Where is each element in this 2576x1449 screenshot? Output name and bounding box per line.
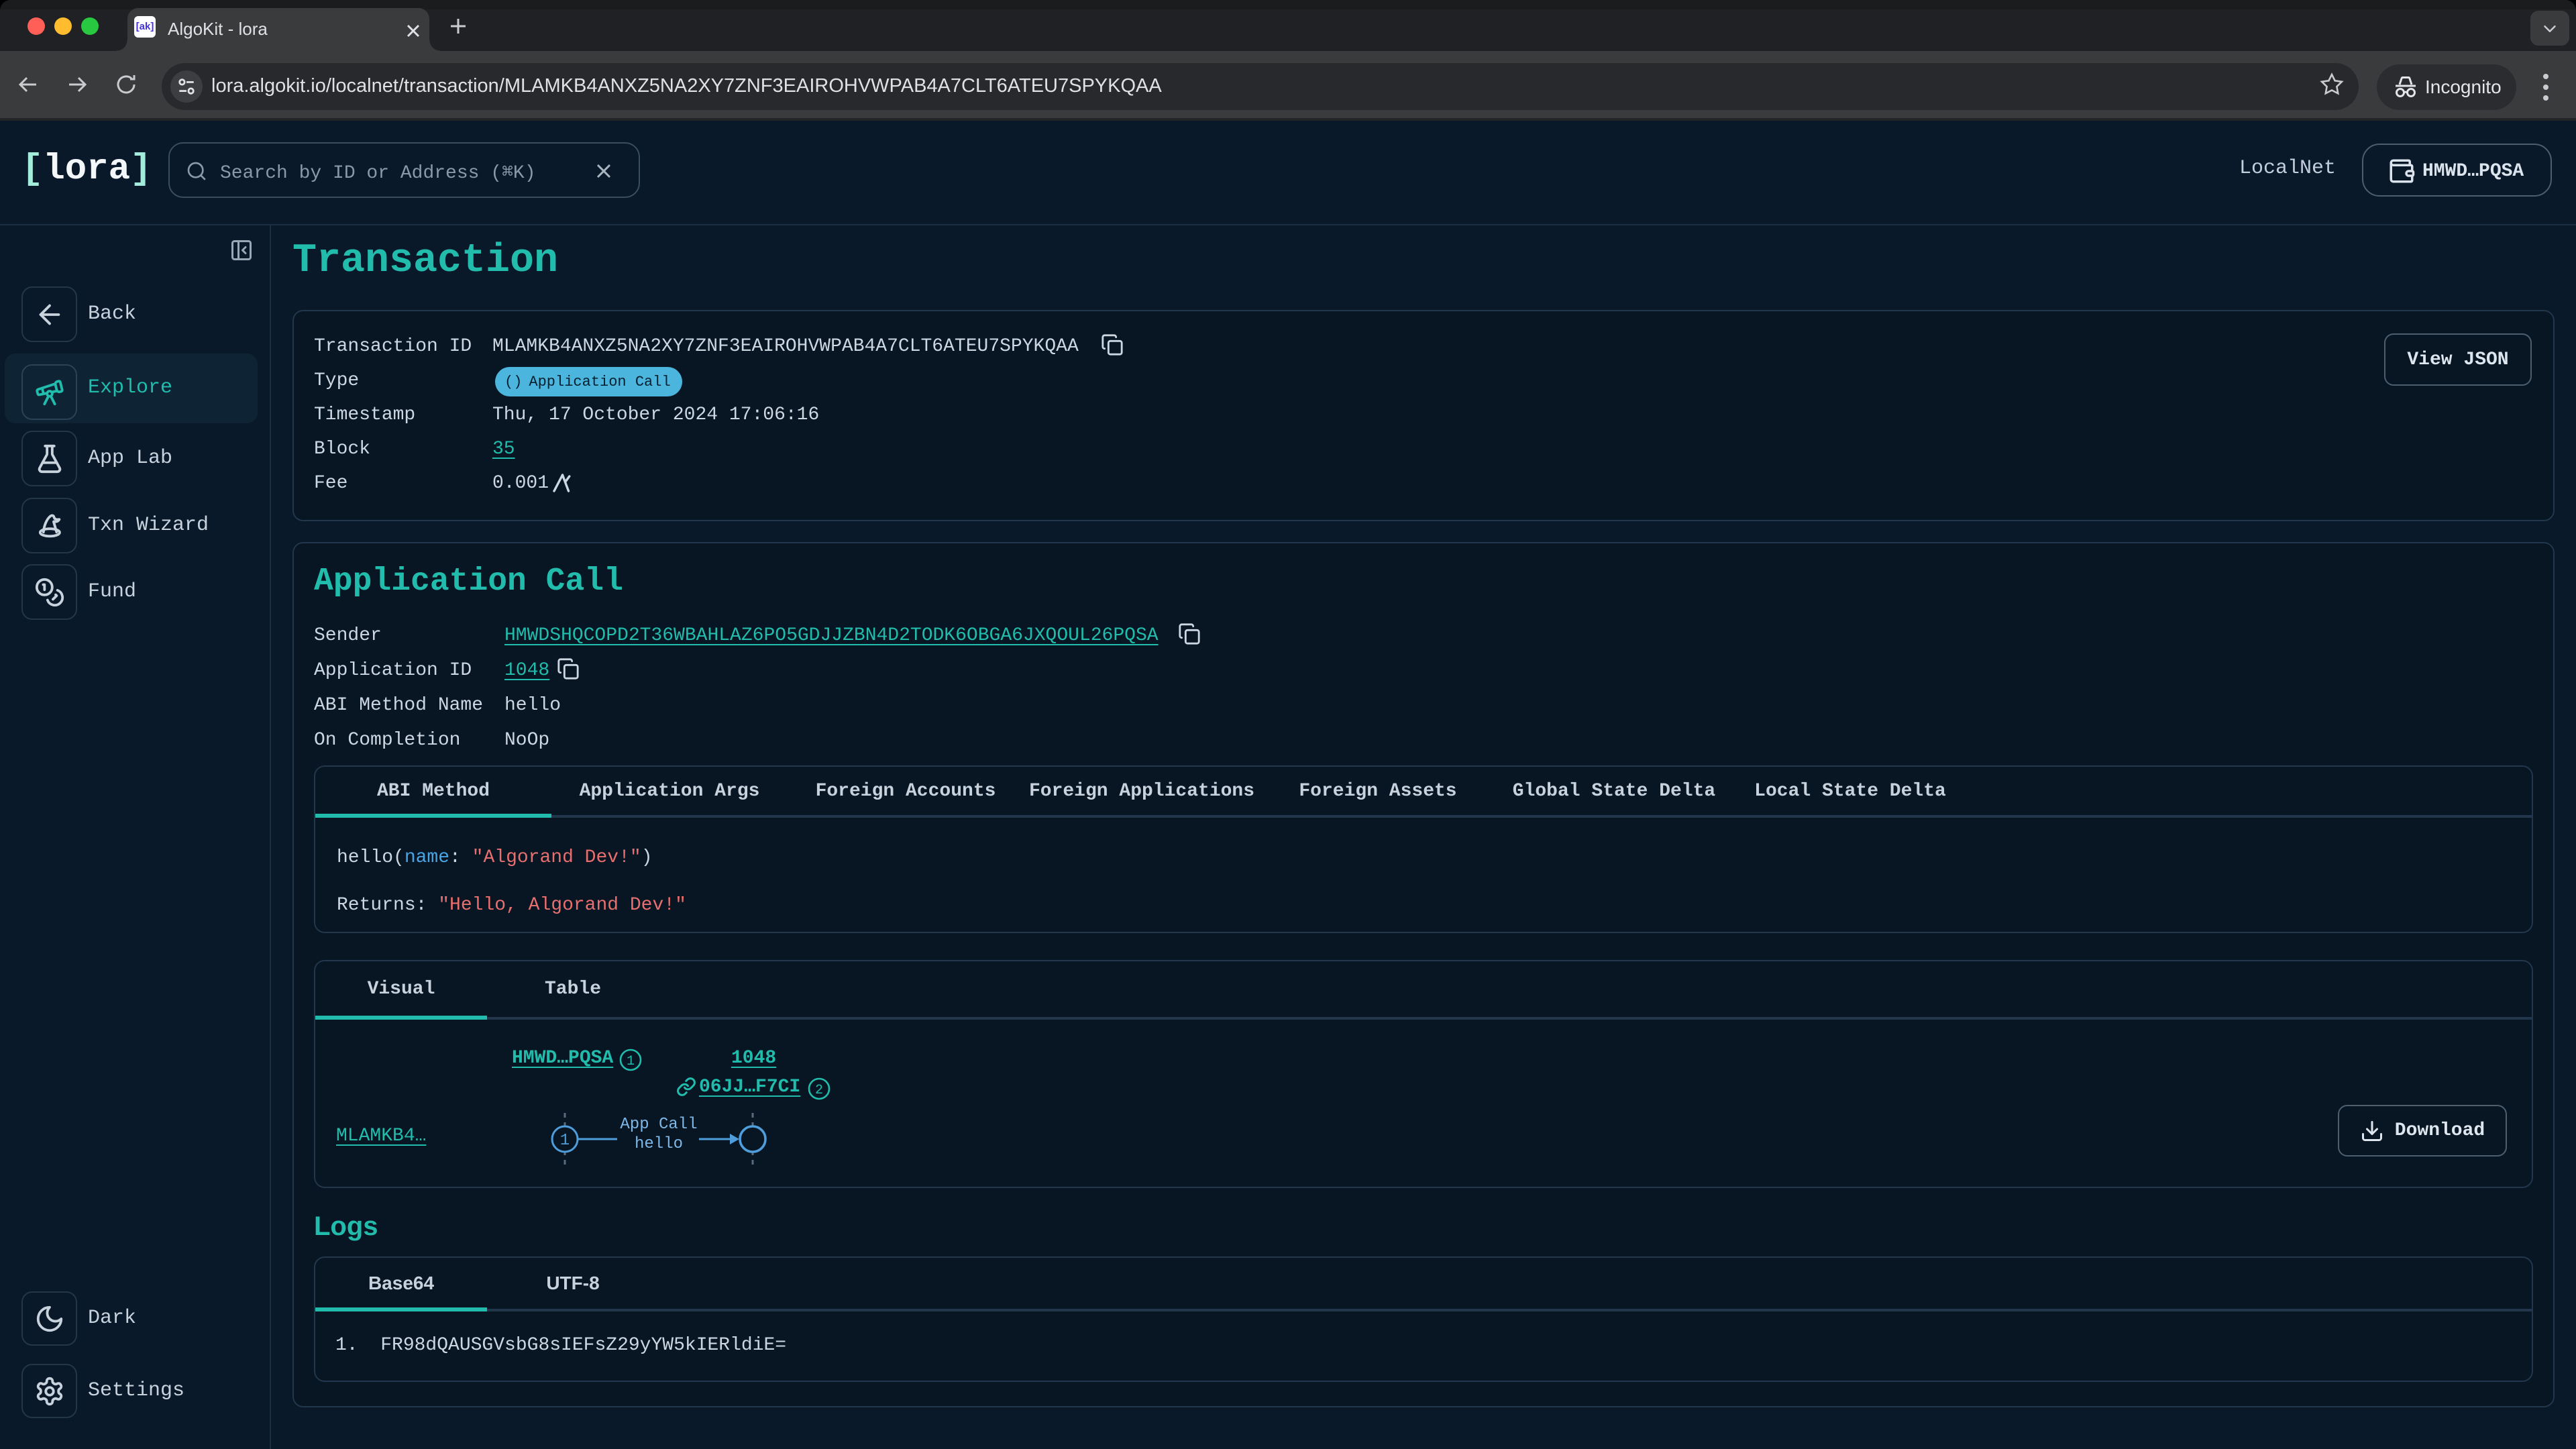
svg-text:2: 2: [815, 1083, 823, 1098]
svg-text:1: 1: [560, 1132, 570, 1150]
svg-text:1: 1: [627, 1054, 635, 1069]
